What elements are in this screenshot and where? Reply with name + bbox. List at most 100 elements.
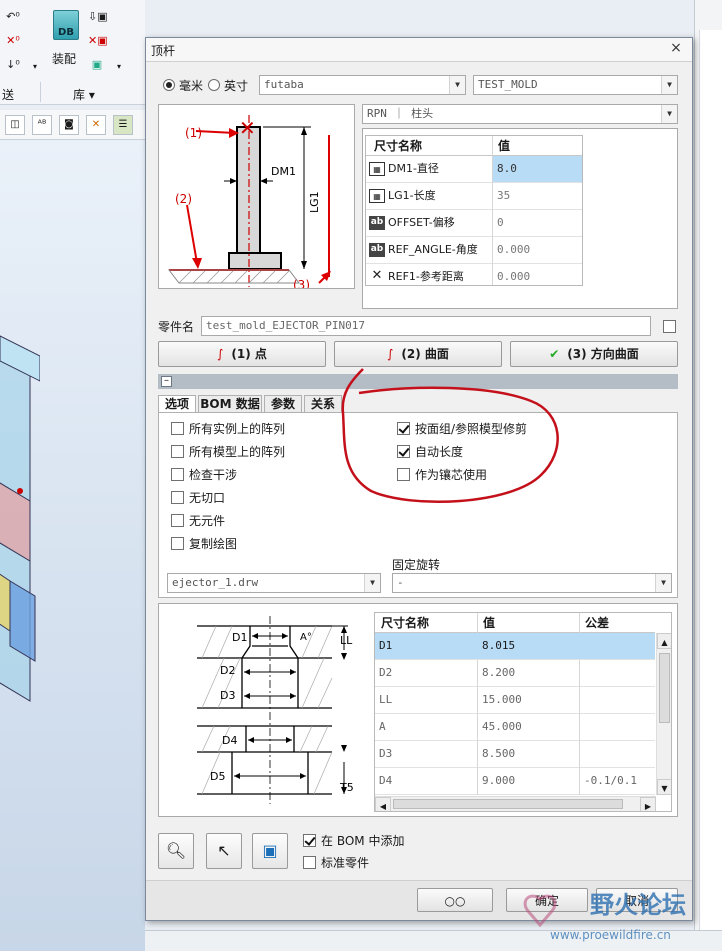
scroll-right-icon[interactable]: ▶ bbox=[640, 797, 656, 811]
pick-button[interactable]: ↖ bbox=[206, 833, 242, 869]
param-row-value[interactable]: 0.000 bbox=[493, 237, 582, 264]
xy-icon[interactable]: ✕ bbox=[86, 115, 106, 135]
dim-row-value[interactable]: 8.015 bbox=[478, 633, 579, 660]
catalog-select[interactable]: futaba ▼ bbox=[259, 75, 466, 95]
reference-icon: ✕ bbox=[371, 268, 383, 283]
scroll-left-icon[interactable]: ◀ bbox=[375, 797, 391, 811]
option-checkbox[interactable] bbox=[171, 491, 184, 504]
dim-table-hscroll[interactable]: ◀ ▶ bbox=[375, 796, 656, 811]
dim-row-name[interactable]: D4 bbox=[375, 768, 477, 795]
save-button[interactable]: ▣ bbox=[252, 833, 288, 869]
dim-row-tol[interactable] bbox=[580, 660, 655, 687]
layer-icon[interactable]: ☰ bbox=[113, 115, 133, 135]
chevron-down-icon[interactable]: ▼ bbox=[661, 105, 677, 123]
fixed-rotation-select[interactable]: - ▼ bbox=[392, 573, 672, 593]
d1-label: D1 bbox=[232, 631, 247, 644]
pin-type-select[interactable]: RPN ｜ 柱头 ▼ bbox=[362, 104, 678, 124]
chevron-down-icon[interactable]: ▼ bbox=[655, 574, 671, 592]
chevron-down-icon[interactable]: ▼ bbox=[364, 574, 380, 592]
option-label: 无元件 bbox=[189, 514, 226, 528]
text-param-icon: ab bbox=[369, 216, 385, 230]
drawing-select[interactable]: ejector_1.drw ▼ bbox=[167, 573, 381, 593]
ab-icon[interactable]: ᴬᴮ bbox=[32, 115, 52, 135]
angle-label: A° bbox=[300, 632, 312, 643]
dim-row-name[interactable]: A bbox=[375, 714, 477, 741]
box-icon[interactable]: ◫ bbox=[5, 115, 25, 135]
dim-row-tol[interactable]: -0.1/0.1 bbox=[580, 768, 655, 795]
option-checkbox[interactable] bbox=[171, 537, 184, 550]
param-row-value[interactable]: 0.000 bbox=[493, 264, 582, 285]
constraint-icon[interactable]: ↶⁰ bbox=[4, 8, 22, 26]
dim-row-name[interactable]: D3 bbox=[375, 741, 477, 768]
collapse-icon[interactable]: – bbox=[161, 376, 172, 387]
preview-glasses-button[interactable]: ○○ bbox=[417, 888, 493, 912]
param-row-value[interactable]: 0 bbox=[493, 210, 582, 237]
graphics-viewport[interactable] bbox=[0, 141, 145, 951]
dim-row-name[interactable]: D2 bbox=[375, 660, 477, 687]
unit-inch-radio[interactable] bbox=[208, 79, 220, 91]
annotation-ellipse bbox=[341, 368, 559, 503]
ribbon-group-library[interactable]: 库 ▾ bbox=[73, 86, 95, 103]
database-icon[interactable]: DB bbox=[53, 10, 79, 40]
component-add-icon[interactable]: ⇩▣ bbox=[88, 8, 108, 26]
part-name-checkbox[interactable] bbox=[663, 320, 676, 333]
dim-row-value[interactable]: 8.200 bbox=[478, 660, 579, 687]
option-checkbox[interactable] bbox=[171, 445, 184, 458]
watermark-url: www.proewildfire.cn bbox=[550, 928, 671, 942]
option-checkbox[interactable] bbox=[171, 422, 184, 435]
heart-logo-icon bbox=[523, 894, 557, 928]
standard-part-label: 标准零件 bbox=[321, 856, 370, 870]
option-checkbox[interactable] bbox=[171, 514, 184, 527]
param-header-value: 值 bbox=[492, 136, 582, 156]
pin-body: ✕ bbox=[167, 115, 331, 287]
part-name-input[interactable]: test_mold_EJECTOR_PIN017 bbox=[201, 316, 651, 336]
standard-part-checkbox[interactable] bbox=[303, 856, 316, 869]
dropdown-arrow-icon[interactable]: ▾ bbox=[110, 58, 128, 76]
dim-header-name: 尺寸名称 bbox=[375, 613, 477, 633]
constraint-delete-icon[interactable]: ✕⁰ bbox=[4, 32, 22, 50]
lg1-label: LG1 bbox=[308, 191, 321, 213]
dim-row-name[interactable]: D1 bbox=[375, 633, 477, 660]
graphics-toolbar: ◫ ᴬᴮ ◙ ✕ ☰ bbox=[0, 110, 145, 140]
mold-select[interactable]: TEST_MOLD ▼ bbox=[473, 75, 678, 95]
dim-row-name[interactable]: LL bbox=[375, 687, 477, 714]
ribbon-group-send[interactable]: 送 bbox=[2, 86, 14, 103]
dim-row-tol[interactable] bbox=[580, 633, 655, 660]
option-checkbox[interactable] bbox=[171, 468, 184, 481]
close-icon[interactable]: × bbox=[668, 40, 684, 58]
component-replace-icon[interactable]: ▣ bbox=[88, 56, 106, 74]
chevron-down-icon[interactable]: ▼ bbox=[449, 76, 465, 94]
bom-add-checkbox[interactable] bbox=[303, 834, 316, 847]
dim-row-value[interactable]: 45.000 bbox=[478, 714, 579, 741]
scroll-thumb[interactable] bbox=[659, 653, 670, 723]
mold-value: TEST_MOLD bbox=[478, 78, 538, 91]
dim-table-vscroll[interactable]: ▲ ▼ bbox=[656, 633, 671, 795]
dim-row-tol[interactable] bbox=[580, 714, 655, 741]
unit-mm-radio[interactable] bbox=[163, 79, 175, 91]
dim-row-value[interactable]: 8.500 bbox=[478, 741, 579, 768]
dim-header-value: 值 bbox=[477, 613, 579, 633]
zoom-preview-button[interactable]: 🔍︎ bbox=[158, 833, 194, 869]
dim-row-value[interactable]: 9.000 bbox=[478, 768, 579, 795]
dialog-titlebar[interactable]: 顶杆 × bbox=[146, 38, 692, 62]
scroll-up-icon[interactable]: ▲ bbox=[657, 633, 671, 649]
dim-row-value[interactable]: 15.000 bbox=[478, 687, 579, 714]
cursor-icon: ↖ bbox=[217, 841, 231, 860]
component-remove-icon[interactable]: ✕▣ bbox=[88, 32, 108, 50]
option-label: 所有模型上的阵列 bbox=[189, 445, 286, 459]
dim-row-tol[interactable] bbox=[580, 741, 655, 768]
select-point-button[interactable]: ∫ (1) 点 bbox=[158, 341, 326, 367]
tab-parameters[interactable]: 参数 bbox=[264, 395, 302, 413]
tab-bom-data[interactable]: BOM 数据 bbox=[198, 395, 262, 413]
constraint-down-icon[interactable]: ↓⁰ bbox=[4, 56, 22, 74]
dim-row-tol[interactable] bbox=[580, 687, 655, 714]
scroll-thumb[interactable] bbox=[393, 799, 623, 809]
calculator-icon: ▦ bbox=[369, 189, 385, 203]
dropdown-arrow-icon[interactable]: ▾ bbox=[26, 58, 44, 76]
param-row-value[interactable]: 8.0 bbox=[493, 156, 582, 183]
param-row-value[interactable]: 35 bbox=[493, 183, 582, 210]
scroll-down-icon[interactable]: ▼ bbox=[657, 779, 671, 795]
camera-icon[interactable]: ◙ bbox=[59, 115, 79, 135]
assemble-label[interactable]: 装配 bbox=[52, 50, 76, 67]
chevron-down-icon[interactable]: ▼ bbox=[661, 76, 677, 94]
